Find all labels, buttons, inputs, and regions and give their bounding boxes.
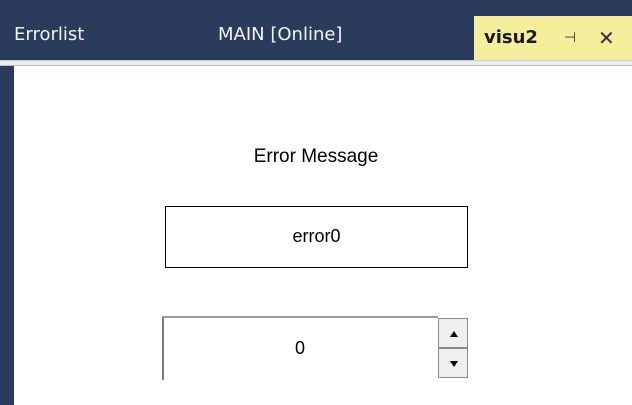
visualization-window: Errorlist MAIN [Online] visu2 ⊣ ✕ Error … <box>0 0 632 405</box>
spinner-value[interactable]: 0 <box>162 316 438 380</box>
tab-errorlist[interactable]: Errorlist <box>14 10 84 60</box>
tab-visu2-label: visu2 <box>484 27 538 48</box>
tab-visu2[interactable]: visu2 ⊣ ✕ <box>474 16 632 60</box>
arrow-down-icon <box>450 361 458 367</box>
spinner-down-button[interactable] <box>438 348 468 378</box>
spinner-left-edge <box>162 316 164 380</box>
error-message-caption: Error Message <box>253 146 379 167</box>
arrow-up-icon <box>450 331 458 337</box>
window-left-border <box>0 66 14 405</box>
spinner-top-edge <box>162 316 438 318</box>
spinner-up-button[interactable] <box>438 318 468 348</box>
pin-icon[interactable]: ⊣ <box>564 16 576 60</box>
error-index-spinner[interactable]: 0 <box>162 316 468 380</box>
error-message-box: error0 <box>165 206 468 268</box>
tab-main-online[interactable]: MAIN [Online] <box>218 10 342 60</box>
document-tab-strip: Errorlist MAIN [Online] visu2 ⊣ ✕ <box>0 0 632 60</box>
close-icon[interactable]: ✕ <box>598 16 615 60</box>
